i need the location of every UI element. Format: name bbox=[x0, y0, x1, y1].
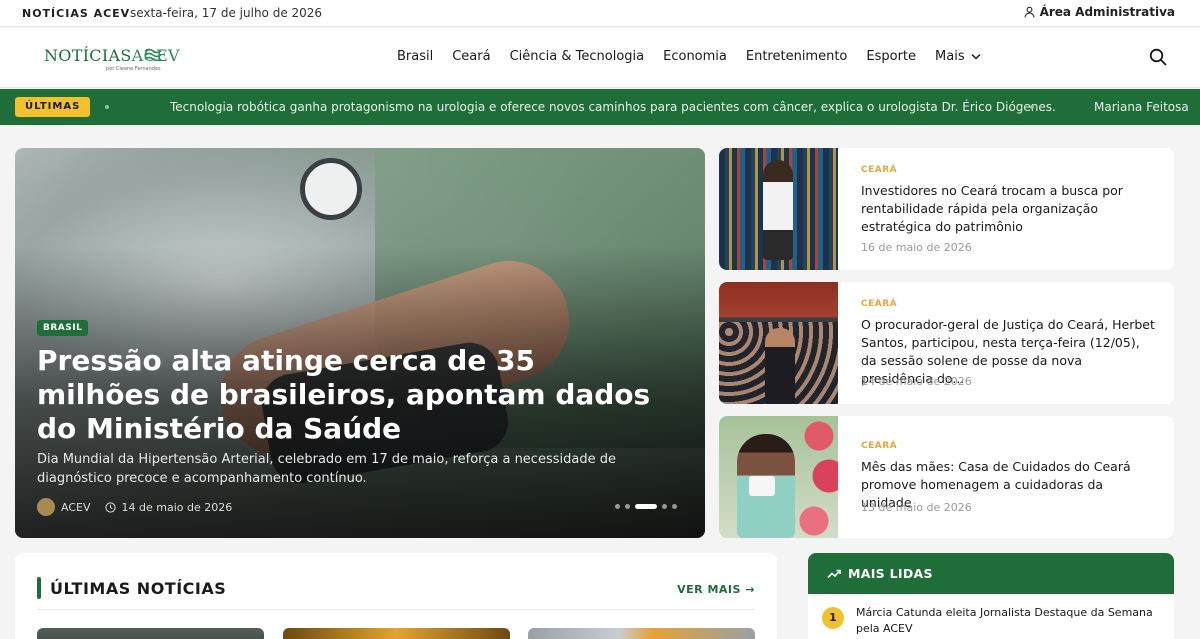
nav-item-economia[interactable]: Economia bbox=[663, 49, 727, 64]
nav-item-entretenimento[interactable]: Entretenimento bbox=[746, 49, 848, 64]
section-heading: ÚLTIMAS NOTÍCIAS bbox=[50, 579, 227, 598]
nav-item-more[interactable]: Mais bbox=[935, 49, 981, 64]
nav-item-brasil[interactable]: Brasil bbox=[397, 49, 433, 64]
slider-dot[interactable] bbox=[615, 504, 620, 509]
slider-dot[interactable] bbox=[672, 504, 677, 509]
arrow-right-icon: → bbox=[745, 583, 755, 596]
card-date: 16 de maio de 2026 bbox=[861, 241, 972, 254]
news-thumbnail[interactable] bbox=[528, 628, 755, 639]
card-category[interactable]: CEARÁ bbox=[861, 441, 897, 451]
nav-more-label: Mais bbox=[935, 49, 965, 64]
side-news-card[interactable]: CEARÁ Mês das mães: Casa de Cuidados do … bbox=[719, 416, 1174, 538]
hero-lead: Dia Mundial da Hipertensão Arterial, cel… bbox=[37, 452, 616, 486]
ticker-badge: ÚLTIMAS bbox=[15, 97, 91, 117]
most-read-widget: MAIS LIDAS 1 Márcia Catunda eleita Jorna… bbox=[808, 553, 1174, 639]
nav-item-ceara[interactable]: Ceará bbox=[452, 49, 490, 64]
ticker-separator bbox=[1030, 105, 1034, 109]
site-brand: NOTÍCIAS ACEV bbox=[22, 7, 131, 20]
most-read-heading: MAIS LIDAS bbox=[848, 566, 933, 581]
side-news-card[interactable]: CEARÁ Investidores no Ceará trocam a bus… bbox=[719, 148, 1174, 270]
rank-badge: 1 bbox=[822, 607, 844, 629]
hero-date: 14 de maio de 2026 bbox=[121, 500, 233, 514]
news-thumbnail[interactable] bbox=[283, 628, 510, 639]
breaking-news-ticker: ÚLTIMAS Tecnologia robótica ganha protag… bbox=[0, 89, 1200, 125]
ticker-item[interactable]: Tecnologia robótica ganha protagonismo n… bbox=[170, 100, 1056, 114]
slider-dot[interactable] bbox=[662, 504, 667, 509]
card-date: 13 de maio de 2026 bbox=[861, 501, 972, 514]
card-thumbnail bbox=[719, 416, 838, 538]
current-date: sexta-feira, 17 de julho de 2026 bbox=[130, 6, 323, 20]
see-more-link[interactable]: VER MAIS → bbox=[677, 583, 755, 596]
card-thumbnail bbox=[719, 148, 838, 270]
card-thumbnail-sign bbox=[749, 476, 775, 496]
hero-slider[interactable]: BRASIL Pressão alta atinge cerca de 35 m… bbox=[15, 148, 705, 538]
trending-up-icon bbox=[827, 569, 841, 579]
hero-title[interactable]: Pressão alta atinge cerca de 35 milhões … bbox=[37, 344, 667, 446]
hero-author: ACEV bbox=[61, 500, 91, 514]
section-accent-bar bbox=[37, 577, 41, 599]
clock-icon bbox=[104, 501, 116, 513]
ticker-separator bbox=[105, 105, 109, 109]
side-news-card[interactable]: CEARÁ O procurador-geral de Justiça do C… bbox=[719, 282, 1174, 404]
site-logo[interactable]: NOTÍCIASACEV por Cleane Fernandes bbox=[44, 46, 180, 76]
user-icon bbox=[1024, 6, 1035, 18]
latest-news-section: ÚLTIMAS NOTÍCIAS VER MAIS → bbox=[15, 553, 777, 639]
card-title[interactable]: Investidores no Ceará trocam a busca por… bbox=[861, 182, 1156, 236]
slider-dot-active[interactable] bbox=[635, 504, 657, 509]
news-thumbnail[interactable] bbox=[37, 628, 264, 639]
main-header: NOTÍCIASACEV por Cleane Fernandes Brasil… bbox=[0, 28, 1200, 88]
hero-category-badge[interactable]: BRASIL bbox=[37, 320, 89, 336]
chevron-down-icon bbox=[971, 53, 981, 60]
author-avatar bbox=[37, 498, 55, 516]
hero-meta: ACEV 14 de maio de 2026 bbox=[37, 498, 232, 516]
main-nav: Brasil Ceará Ciência & Tecnologia Econom… bbox=[397, 49, 1000, 64]
card-date: 14 de maio de 2026 bbox=[861, 375, 972, 388]
top-bar: NOTÍCIAS ACEV sexta-feira, 17 de julho d… bbox=[0, 0, 1200, 27]
most-read-header: MAIS LIDAS bbox=[808, 553, 1174, 594]
slider-pagination bbox=[615, 504, 677, 509]
logo-tagline: por Cleane Fernandes bbox=[106, 66, 161, 72]
logo-wave-icon bbox=[144, 48, 162, 61]
search-icon[interactable] bbox=[1149, 48, 1167, 66]
slider-dot[interactable] bbox=[625, 504, 630, 509]
card-category[interactable]: CEARÁ bbox=[861, 165, 897, 175]
card-thumbnail-person bbox=[763, 160, 793, 260]
admin-area-link[interactable]: Área Administrativa bbox=[1024, 5, 1175, 19]
most-read-item[interactable]: Márcia Catunda eleita Jornalista Destaqu… bbox=[856, 605, 1156, 637]
nav-item-esporte[interactable]: Esporte bbox=[866, 49, 916, 64]
card-thumbnail bbox=[719, 282, 838, 404]
ticker-item[interactable]: Mariana Feitosa bbox=[1094, 100, 1189, 114]
section-divider bbox=[37, 609, 755, 610]
admin-area-label: Área Administrativa bbox=[1039, 5, 1175, 19]
nav-item-ciencia-tecnologia[interactable]: Ciência & Tecnologia bbox=[510, 49, 645, 64]
card-category[interactable]: CEARÁ bbox=[861, 299, 897, 309]
card-thumbnail-person bbox=[765, 328, 795, 404]
